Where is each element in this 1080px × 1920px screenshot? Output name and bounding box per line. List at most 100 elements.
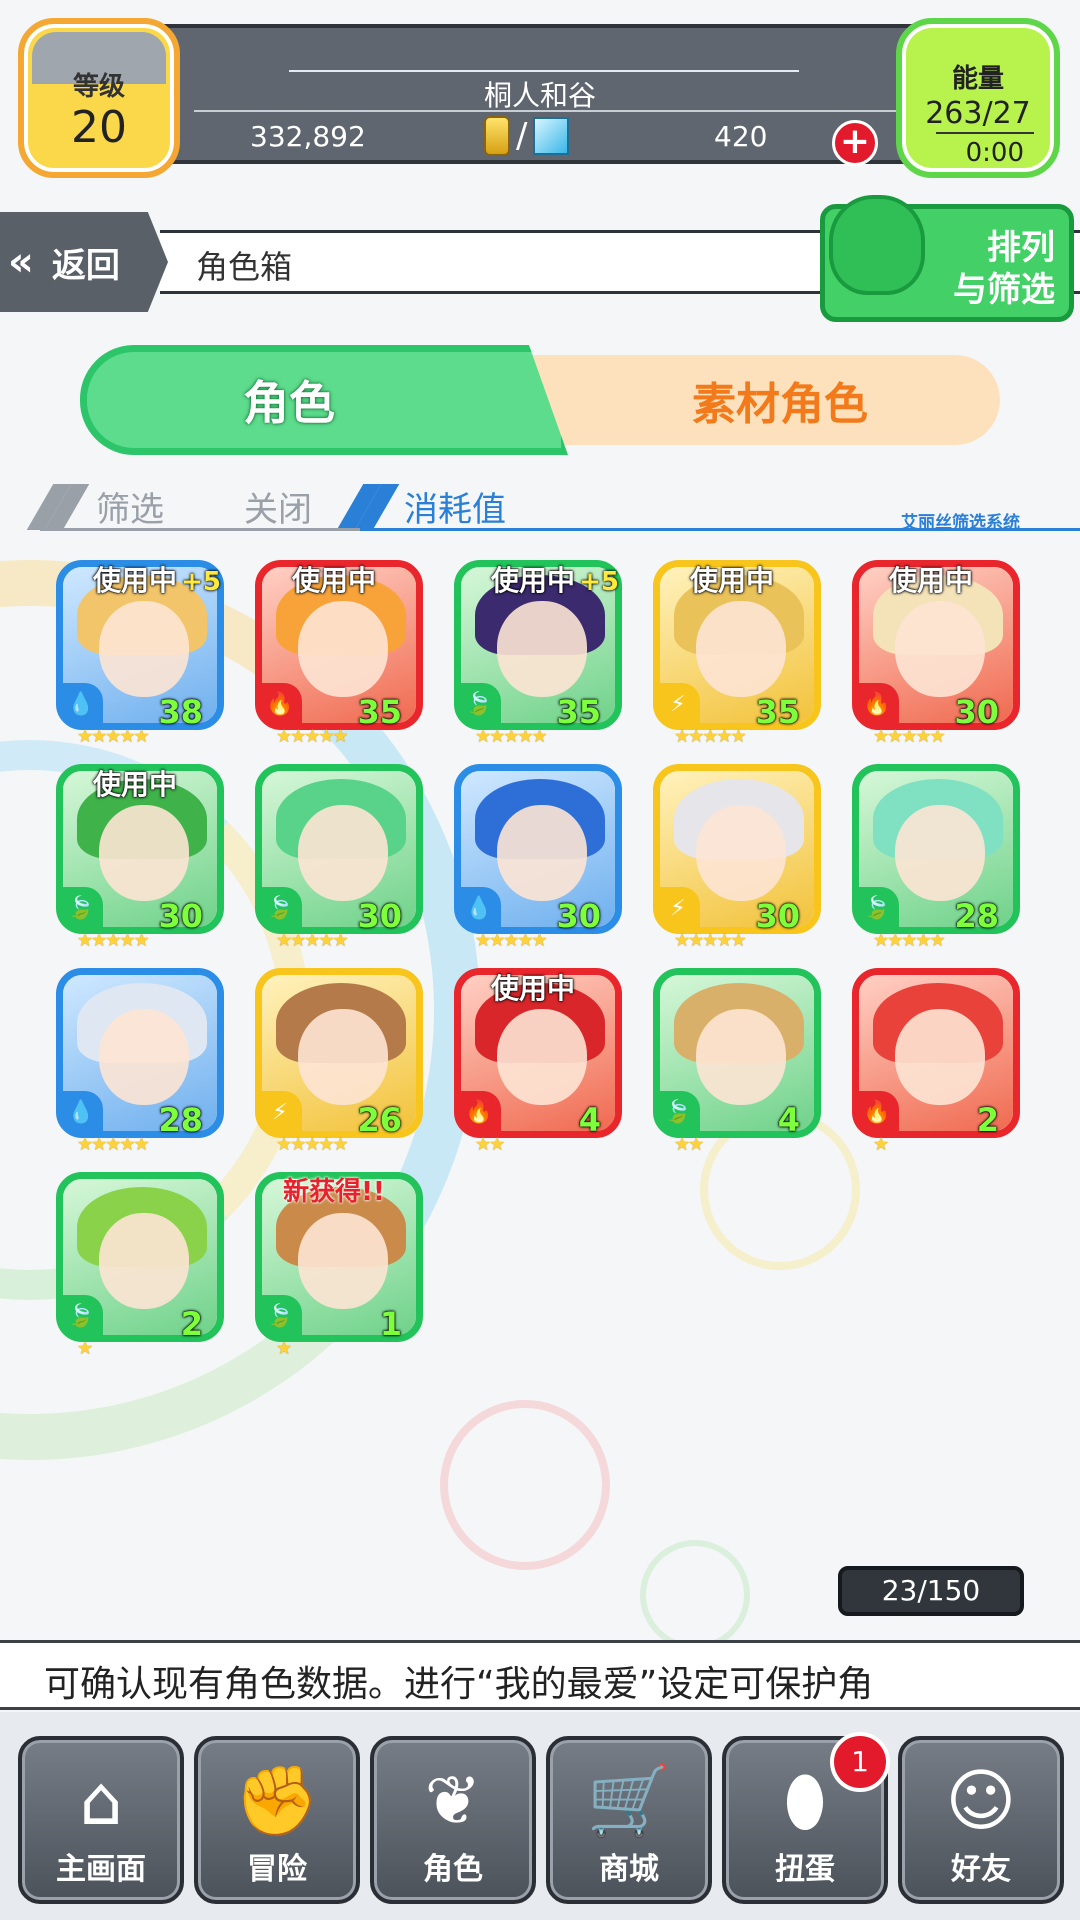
character-card[interactable]: 使用中 🍃 30 ★★★★★: [56, 764, 224, 951]
divider: [289, 70, 799, 72]
buy-gems-button[interactable]: +: [832, 120, 878, 166]
character-level: 30: [755, 897, 800, 935]
character-level: 2: [976, 1101, 999, 1139]
player-info-bar: 桐人和谷 332,892 / 420 +: [150, 24, 930, 166]
character-card[interactable]: 🍃 2 ★: [56, 1172, 224, 1359]
in-use-badge: 使用中: [490, 972, 575, 1005]
nav-gacha-label: 扭蛋: [775, 1852, 835, 1887]
water-element-icon: 💧: [457, 887, 501, 931]
back-button[interactable]: « 返回: [0, 212, 168, 312]
in-use-badge: 使用中: [92, 768, 177, 801]
nav-home-button[interactable]: ⌂ 主画面: [18, 1736, 184, 1904]
info-ticker: 可确认现有角色数据。进行“我的最爱”设定可保护角: [0, 1640, 1080, 1710]
gem-icon: [533, 117, 570, 155]
character-card[interactable]: 使用中 🔥 30 ★★★★★: [852, 560, 1020, 747]
character-grid: 使用中 +5 💧 38 ★★★★★ 使用中 🔥 35 ★★★★★ 使用中 +5 🍃 35 ★★★★★ 使用中…: [56, 560, 1036, 1359]
character-face: [895, 805, 985, 901]
character-card[interactable]: 🍃 28 ★★★★★: [852, 764, 1020, 951]
tab-bar: 素材角色 角色: [80, 345, 1004, 455]
filter-toggle-button[interactable]: 筛选: [96, 482, 164, 531]
character-level: 35: [755, 693, 800, 731]
divider: [936, 132, 1034, 134]
character-level: 4: [777, 1101, 800, 1139]
character-face: [298, 805, 388, 901]
rarity-stars: ★★★★★: [77, 726, 150, 747]
character-card[interactable]: 🍃 30 ★★★★★: [255, 764, 423, 951]
rarity-stars: ★: [873, 1134, 889, 1155]
rarity-stars: ★★★★★: [77, 1134, 150, 1155]
currency-icons: /: [484, 116, 570, 156]
character-card[interactable]: 使用中 🔥 4 ★★: [454, 968, 622, 1155]
character-card[interactable]: 使用中 +5 💧 38 ★★★★★: [56, 560, 224, 747]
nav-home-label: 主画面: [56, 1852, 146, 1887]
rarity-stars: ★: [77, 1338, 93, 1359]
character-card[interactable]: 💧 30 ★★★★★: [454, 764, 622, 951]
fire-element-icon: 🔥: [855, 683, 899, 727]
fire-element-icon: 🔥: [457, 1091, 501, 1135]
character-card[interactable]: ⚡ 26 ★★★★★: [255, 968, 423, 1155]
character-level: 30: [954, 693, 999, 731]
bottom-nav: ⌂ 主画面 ✊ 冒险 ❦ 角色 🛒 商城 ⬮ 扭蛋 ☺ 好友: [0, 1712, 1080, 1920]
rarity-stars: ★★★★★: [77, 930, 150, 951]
player-name: 桐人和谷: [483, 79, 596, 112]
character-card[interactable]: 使用中 +5 🍃 35 ★★★★★: [454, 560, 622, 747]
character-face: [99, 601, 189, 697]
wind-element-icon: 🍃: [59, 1295, 103, 1339]
box-capacity: 23/150: [838, 1566, 1024, 1616]
character-face: [696, 1009, 786, 1105]
nav-shop-button[interactable]: 🛒 商城: [546, 1736, 712, 1904]
level-label: 等级: [72, 72, 125, 102]
ticker-text: 可确认现有角色数据。进行“我的最爱”设定可保护角: [44, 1664, 874, 1705]
character-card[interactable]: ⚡ 30 ★★★★★: [653, 764, 821, 951]
new-badge: 新获得!!: [283, 1177, 385, 1207]
character-face: [497, 601, 587, 697]
in-use-badge: 使用中: [888, 564, 973, 597]
character-face: [99, 1213, 189, 1309]
character-card[interactable]: 使用中 🔥 35 ★★★★★: [255, 560, 423, 747]
character-card[interactable]: 🍃 4 ★★: [653, 968, 821, 1155]
nav-friends-button[interactable]: ☺ 好友: [898, 1736, 1064, 1904]
filter-system-label: 艾丽丝筛选系统: [901, 513, 1020, 533]
rarity-stars: ★★★★★: [674, 726, 747, 747]
rabbit-icon: ❦: [424, 1762, 482, 1841]
gacha-notification-badge: 1: [830, 1732, 890, 1792]
rarity-stars: ★: [276, 1338, 292, 1359]
filter-close-button[interactable]: 关闭: [244, 482, 312, 531]
gem-count: 420: [714, 120, 768, 153]
sort-by-cost-label[interactable]: 消耗值: [404, 482, 506, 531]
character-face: [99, 1009, 189, 1105]
character-level: 26: [357, 1101, 402, 1139]
fire-element-icon: 🔥: [258, 683, 302, 727]
thunder-element-icon: ⚡: [258, 1091, 302, 1135]
character-face: [696, 805, 786, 901]
shopping-cart-icon: 🛒: [586, 1762, 672, 1841]
energy-panel[interactable]: 能量 263/27 0:00: [896, 18, 1060, 178]
fire-element-icon: 🔥: [855, 1091, 899, 1135]
character-face: [298, 1213, 388, 1309]
energy-value: 263/27: [925, 96, 1031, 131]
thunder-element-icon: ⚡: [656, 887, 700, 931]
nav-adventure-button[interactable]: ✊ 冒险: [194, 1736, 360, 1904]
character-card[interactable]: 新获得!! 🍃 1 ★: [255, 1172, 423, 1359]
nav-shop-label: 商城: [599, 1852, 659, 1887]
plus-value: +5: [181, 567, 221, 597]
character-card[interactable]: 🔥 2 ★: [852, 968, 1020, 1155]
character-level: 30: [158, 897, 203, 935]
tab-material-characters[interactable]: 素材角色: [500, 355, 1000, 445]
level-value: 20: [71, 102, 127, 153]
character-face: [298, 601, 388, 697]
house-icon: ⌂: [79, 1762, 123, 1841]
divider: [40, 528, 370, 531]
character-card[interactable]: 使用中 ⚡ 35 ★★★★★: [653, 560, 821, 747]
water-element-icon: 💧: [59, 1091, 103, 1135]
tab-characters[interactable]: 角色: [80, 345, 568, 455]
character-level: 38: [158, 693, 203, 731]
character-face: [99, 805, 189, 901]
nav-adventure-label: 冒险: [247, 1852, 307, 1887]
in-use-badge: 使用中: [291, 564, 376, 597]
character-card[interactable]: 💧 28 ★★★★★: [56, 968, 224, 1155]
nav-characters-button[interactable]: ❦ 角色: [370, 1736, 536, 1904]
sort-filter-button[interactable]: 排列 与筛选: [820, 195, 1074, 322]
character-level: 30: [357, 897, 402, 935]
status-header: 桐人和谷 332,892 / 420 + 等级 20 能量 263/27 0:0…: [0, 0, 1080, 190]
